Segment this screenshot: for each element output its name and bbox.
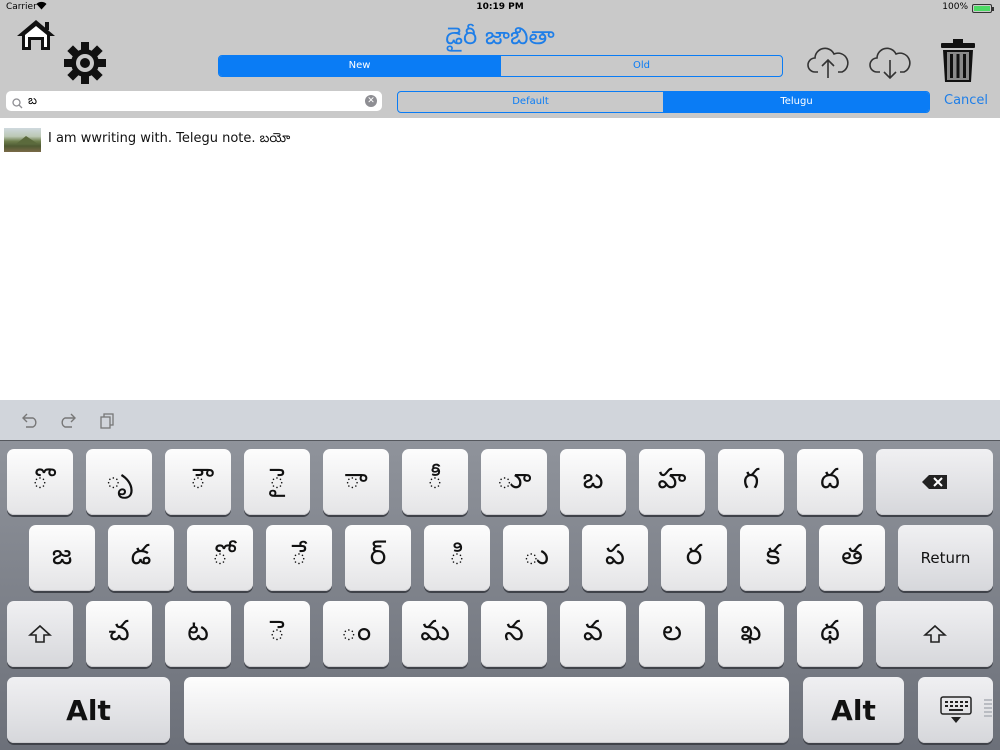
key[interactable]: ద — [797, 449, 863, 515]
status-time: 10:19 PM — [476, 2, 524, 12]
key[interactable]: వ — [560, 601, 626, 667]
key[interactable]: ొ — [7, 449, 73, 515]
search-field[interactable]: ✕ — [6, 91, 382, 111]
key[interactable]: గ — [718, 449, 784, 515]
paste-icon[interactable] — [98, 412, 120, 430]
space-key[interactable] — [184, 677, 789, 743]
segment-telugu[interactable]: Telugu — [663, 92, 929, 112]
clear-icon[interactable]: ✕ — [365, 95, 377, 107]
key[interactable]: ఖ — [718, 601, 784, 667]
cloud-upload-icon — [807, 47, 849, 78]
shift-key-left[interactable] — [7, 601, 73, 667]
key[interactable]: న — [481, 601, 547, 667]
status-bar: Carrier 10:19 PM 100% — [0, 0, 1000, 16]
key[interactable]: త — [819, 525, 885, 591]
key[interactable]: ే — [266, 525, 332, 591]
cancel-button[interactable]: Cancel — [944, 93, 988, 108]
key[interactable]: ర్ — [345, 525, 411, 591]
telugu-keyboard: ొ ృ ౌ ై ా ీ ూ బ హ గ ద జ డ ో ే ర్ ి ు ప ర… — [0, 440, 1000, 750]
key[interactable]: బ — [560, 449, 626, 515]
battery-icon — [972, 4, 994, 13]
sort-segmented-control: New Old — [218, 55, 783, 77]
key[interactable]: జ — [29, 525, 95, 591]
key[interactable]: ూ — [481, 449, 547, 515]
backspace-key[interactable] — [876, 449, 993, 515]
key[interactable]: ా — [323, 449, 389, 515]
segment-old[interactable]: Old — [500, 56, 782, 76]
language-segmented-control: Default Telugu — [397, 91, 930, 113]
shift-icon — [28, 624, 52, 643]
alt-key-left[interactable]: Alt — [7, 677, 170, 743]
cloud-download-icon — [869, 47, 911, 80]
search-icon — [12, 94, 23, 113]
note-thumbnail — [4, 128, 41, 152]
key[interactable]: ు — [503, 525, 569, 591]
key[interactable]: చ — [86, 601, 152, 667]
key[interactable]: ౌ — [165, 449, 231, 515]
dismiss-keyboard-key[interactable] — [918, 677, 993, 743]
key[interactable]: ర — [661, 525, 727, 591]
undo-icon[interactable] — [20, 412, 42, 430]
key[interactable]: ం — [323, 601, 389, 667]
search-bar: ✕ Default Telugu Cancel — [0, 86, 1000, 118]
upload-button[interactable] — [806, 42, 850, 82]
alt-key-right[interactable]: Alt — [803, 677, 904, 743]
key[interactable]: ై — [244, 449, 310, 515]
list-item[interactable]: I am wwriting with. Telegu note. బయో — [0, 126, 1000, 152]
note-list: I am wwriting with. Telegu note. బయో — [0, 118, 1000, 400]
key[interactable]: హ — [639, 449, 705, 515]
key[interactable]: ప — [582, 525, 648, 591]
key[interactable]: ట — [165, 601, 231, 667]
key[interactable]: మ — [402, 601, 468, 667]
search-input[interactable] — [28, 92, 358, 110]
top-bar: డైరీ జాబితా New Old — [0, 16, 1000, 86]
page-title: డైరీ జాబితా — [445, 22, 555, 50]
key[interactable]: ల — [639, 601, 705, 667]
keyboard-dismiss-icon — [939, 696, 972, 723]
battery-percent: 100% — [942, 2, 968, 12]
redo-icon[interactable] — [58, 412, 80, 430]
key[interactable]: ె — [244, 601, 310, 667]
segment-new[interactable]: New — [219, 56, 500, 76]
shift-icon — [922, 624, 947, 643]
trash-icon — [941, 39, 975, 82]
key[interactable]: క — [740, 525, 806, 591]
key[interactable]: ృ — [86, 449, 152, 515]
keyboard-grabber[interactable] — [984, 699, 992, 717]
keyboard-shortcut-bar — [0, 400, 1000, 440]
segment-default[interactable]: Default — [398, 92, 663, 112]
backspace-icon — [921, 475, 947, 489]
download-button[interactable] — [868, 42, 912, 82]
key[interactable]: ో — [187, 525, 253, 591]
key[interactable]: డ — [108, 525, 174, 591]
return-key[interactable]: Return — [898, 525, 993, 591]
key[interactable]: థ — [797, 601, 863, 667]
key[interactable]: ీ — [402, 449, 468, 515]
key[interactable]: ి — [424, 525, 490, 591]
delete-button[interactable] — [936, 38, 980, 84]
shift-key-right[interactable] — [876, 601, 993, 667]
note-title: I am wwriting with. Telegu note. బయో — [48, 131, 291, 146]
